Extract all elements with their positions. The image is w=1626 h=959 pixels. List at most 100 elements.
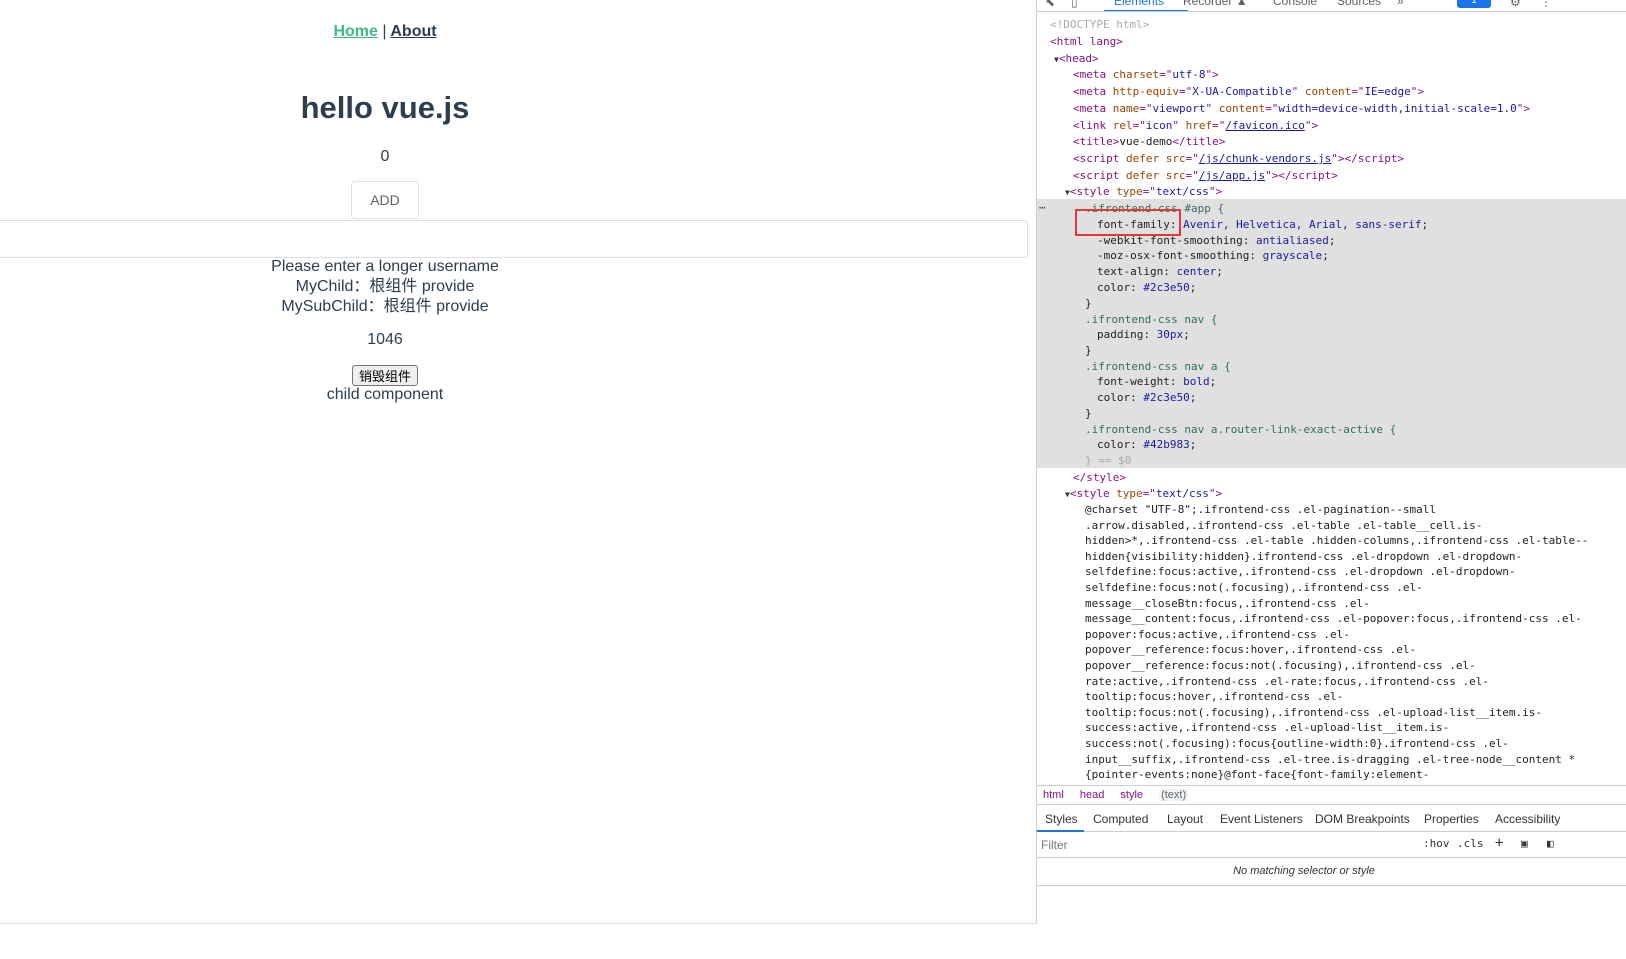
css-line: text-align: center; — [1097, 265, 1223, 278]
destroy-component-button[interactable]: 销毁组件 — [352, 365, 418, 386]
css-line: .ifrontend-css nav { — [1085, 313, 1218, 326]
tab-layout[interactable]: Layout — [1167, 812, 1203, 826]
css-line: message__content:focus,.ifrontend-css .e… — [1085, 612, 1582, 626]
device-toolbar-icon[interactable]: ▯ — [1071, 0, 1078, 9]
my-child-text: MyChild：根组件 provide — [295, 278, 475, 295]
script-link[interactable]: /js/chunk-vendors.js — [1199, 152, 1331, 165]
add-button[interactable]: ADD — [351, 181, 419, 219]
highlight-box — [1075, 209, 1181, 236]
css-line: -moz-osx-font-smoothing: grayscale; — [1097, 249, 1329, 262]
nav-separator: | — [382, 23, 387, 40]
css-line: success:not(.focusing):focus{outline-wid… — [1085, 737, 1509, 750]
app-nav: Home | About — [0, 23, 770, 41]
css-line: popover__reference:focus:hover,.ifronten… — [1085, 643, 1417, 657]
class-toggle-button[interactable]: .cls — [1457, 837, 1484, 850]
dom-tree[interactable]: ⋯ <!DOCTYPE html> <html lang> ▼<head> <m… — [1037, 13, 1626, 785]
script-link[interactable]: /js/app.js — [1199, 169, 1265, 182]
css-line: message__closeBtn:focus,.ifrontend-css .… — [1085, 596, 1370, 610]
tab-console[interactable]: Console — [1273, 0, 1317, 8]
child-component-text: child component — [326, 386, 444, 403]
css-line: color: #2c3e50; — [1097, 391, 1197, 404]
css-line: } — [1085, 344, 1092, 357]
tab-properties[interactable]: Properties — [1424, 812, 1479, 826]
toggle-sidebar-icon[interactable]: ◧ — [1547, 837, 1554, 850]
css-line: padding: 30px; — [1097, 328, 1190, 341]
styles-filter-bar: :hov .cls + ▣ ◧ — [1037, 833, 1626, 858]
tab-recorder[interactable]: Recorder ▲ — [1183, 0, 1248, 8]
dom-line[interactable]: ▼<style type="text/css"> — [1065, 184, 1222, 200]
issues-badge[interactable]: 1 — [1457, 0, 1491, 8]
nav-about-link[interactable]: About — [390, 23, 436, 40]
styles-filter-input[interactable] — [1041, 836, 1413, 854]
active-styles-tab-indicator — [1037, 830, 1084, 832]
breadcrumb-text[interactable]: (text) — [1159, 789, 1189, 801]
no-match-message: No matching selector or style — [1233, 865, 1375, 877]
page-title: hello vue.js — [300, 90, 470, 125]
app-viewport: Home | About hello vue.js 0 ADD Please e… — [0, 0, 1036, 924]
tab-dom-breakpoints[interactable]: DOM Breakpoints — [1315, 812, 1410, 826]
active-tab-indicator — [1104, 10, 1188, 11]
dom-line[interactable]: ▼<head> — [1054, 51, 1099, 67]
hover-state-button[interactable]: :hov — [1423, 837, 1450, 850]
number-value: 1046 — [367, 331, 403, 348]
css-line: } — [1085, 407, 1092, 420]
nav-home-link[interactable]: Home — [333, 23, 377, 40]
css-line: } — [1085, 297, 1092, 310]
css-line: tooltip:focus:hover,.ifrontend-css .el- — [1085, 690, 1344, 704]
new-rule-button[interactable]: + — [1495, 835, 1503, 851]
more-tabs-icon[interactable]: » — [1397, 0, 1404, 8]
css-line: selfdefine:focus:not(.focusing),.ifronte… — [1085, 581, 1423, 594]
counter-value: 0 — [380, 148, 390, 165]
breadcrumb-style[interactable]: style — [1120, 789, 1143, 801]
tab-accessibility[interactable]: Accessibility — [1495, 812, 1560, 826]
tab-computed[interactable]: Computed — [1093, 812, 1148, 826]
tab-sources[interactable]: Sources — [1337, 0, 1381, 8]
validation-message: Please enter a longer username — [271, 258, 499, 275]
css-line: popover__reference:focus:not(.focusing),… — [1085, 659, 1476, 672]
favicon-link[interactable]: /favicon.ico — [1225, 119, 1304, 132]
css-line: .ifrontend-css nav a { — [1085, 360, 1231, 373]
dom-line[interactable]: <script defer src="/js/chunk-vendors.js"… — [1073, 151, 1404, 167]
css-line: success:active,.ifrontend-css .el-upload… — [1085, 721, 1450, 735]
dom-line[interactable]: <meta name="viewport" content="width=dev… — [1073, 101, 1530, 117]
css-line: .ifrontend-css nav a.router-link-exact-a… — [1085, 423, 1397, 436]
css-line: .arrow.disabled,.ifrontend-css .el-table… — [1085, 518, 1483, 532]
dom-line[interactable]: </style> — [1073, 470, 1126, 486]
tab-event-listeners[interactable]: Event Listeners — [1220, 812, 1303, 826]
my-sub-child-text: MySubChild：根组件 provide — [281, 298, 489, 315]
css-line: @charset "UTF-8";.ifrontend-css .el-pagi… — [1085, 503, 1436, 516]
css-line: tooltip:focus:not(.focusing),.ifrontend-… — [1085, 705, 1542, 719]
dom-line[interactable]: ▼<style type="text/css"> — [1065, 486, 1222, 502]
styles-tab-bar: Styles Computed Layout Event Listeners D… — [1037, 806, 1626, 832]
dom-line[interactable]: <link rel="icon" href="/favicon.ico"> — [1073, 118, 1318, 134]
css-line: color: #2c3e50; — [1097, 281, 1197, 294]
dom-line[interactable]: <script defer src="/js/app.js"></script> — [1073, 168, 1338, 184]
node-actions-icon[interactable]: ⋯ — [1039, 201, 1046, 214]
dom-line[interactable]: <!DOCTYPE html> — [1050, 17, 1149, 33]
css-line: popover:focus:active,.ifrontend-css .el- — [1085, 627, 1350, 641]
tab-styles[interactable]: Styles — [1045, 812, 1078, 826]
devtools-panel: ⬉ ▯ Elements Recorder ▲ Console Sources … — [1037, 0, 1626, 924]
tab-elements[interactable]: Elements — [1114, 0, 1164, 8]
paint-icon[interactable]: ▣ — [1521, 837, 1528, 850]
devtools-toolbar: ⬉ ▯ Elements Recorder ▲ Console Sources … — [1037, 0, 1626, 12]
gear-icon[interactable]: ⚙ — [1510, 0, 1521, 9]
css-line: selfdefine:focus:active,.ifrontend-css .… — [1085, 565, 1516, 579]
dom-line[interactable]: <html lang> — [1050, 34, 1123, 50]
breadcrumb-html[interactable]: html — [1043, 789, 1064, 801]
css-line: color: #42b983; — [1097, 438, 1197, 451]
kebab-menu-icon[interactable]: ⋮ — [1540, 0, 1552, 9]
username-input[interactable] — [0, 220, 1028, 258]
css-line: input__suffix,.ifrontend-css .el-tree.is… — [1085, 752, 1576, 766]
css-line: font-weight: bold; — [1097, 375, 1217, 388]
css-line: hidden>*,.ifrontend-css .el-table .hidde… — [1085, 534, 1589, 548]
inspect-element-icon[interactable]: ⬉ — [1045, 0, 1055, 9]
css-line: rate:active,.ifrontend-css .el-rate:focu… — [1085, 674, 1489, 688]
css-line: {pointer-events:none}@font-face{font-fam… — [1085, 768, 1430, 782]
breadcrumb: html head style (text) — [1037, 785, 1626, 805]
dom-line[interactable]: <meta http-equiv="X-UA-Compatible" conte… — [1073, 84, 1424, 100]
styles-bottom-rule — [1037, 885, 1626, 886]
dom-line[interactable]: <meta charset="utf-8"> — [1073, 67, 1219, 83]
breadcrumb-head[interactable]: head — [1080, 789, 1104, 801]
dom-line[interactable]: <title>vue-demo</title> — [1073, 134, 1225, 150]
